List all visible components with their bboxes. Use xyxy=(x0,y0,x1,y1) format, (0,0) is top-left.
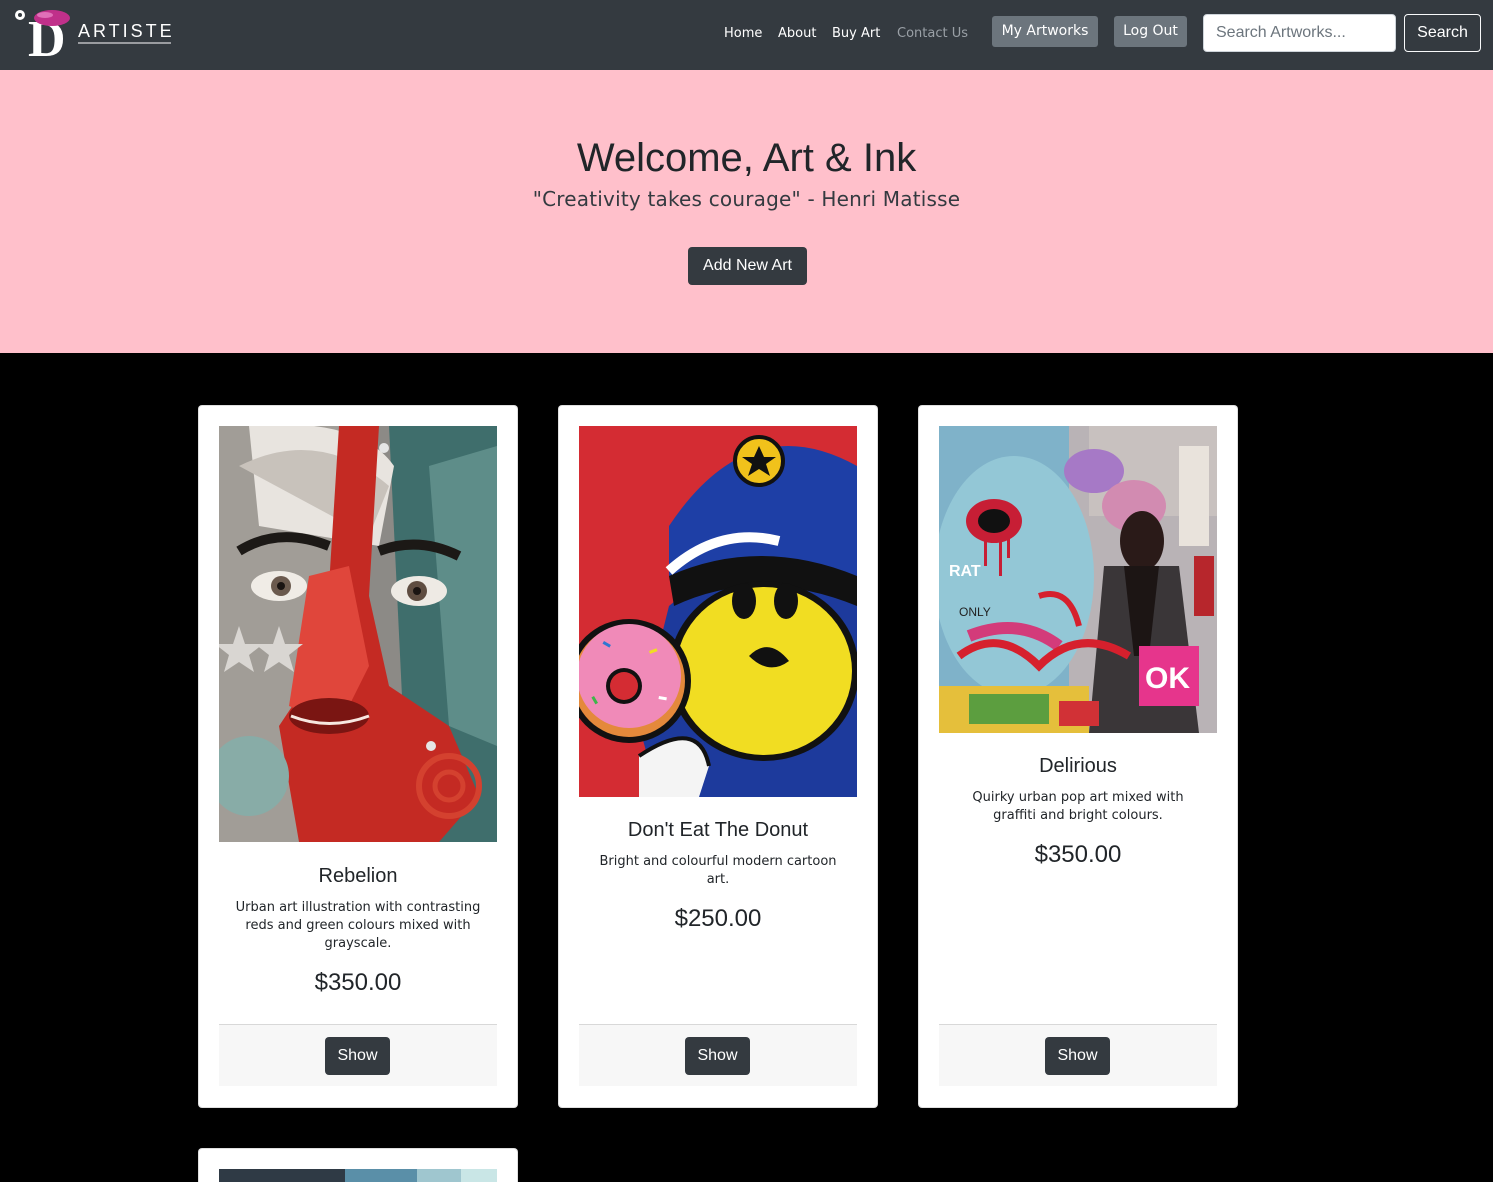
brand-text: ARTISTE xyxy=(78,21,175,41)
my-artworks-button[interactable]: My Artworks xyxy=(992,16,1098,47)
search-button[interactable]: Search xyxy=(1404,14,1481,52)
artwork-price: $350.00 xyxy=(314,969,402,996)
artwork-card xyxy=(198,1148,518,1182)
search-input[interactable] xyxy=(1203,14,1396,52)
show-button[interactable]: Show xyxy=(685,1037,750,1075)
brand-logo[interactable]: D ARTISTE xyxy=(12,6,177,60)
svg-text:OK: OK xyxy=(1145,662,1190,695)
card-footer: Show xyxy=(579,1024,857,1086)
artwork-card: Rebelion Urban art illustration with con… xyxy=(198,405,518,1108)
artwork-title: Rebelion xyxy=(318,865,398,887)
show-button[interactable]: Show xyxy=(325,1037,390,1075)
welcome-jumbotron: Welcome, Art & Ink "Creativity takes cou… xyxy=(0,70,1493,353)
artwork-title: Delirious xyxy=(1039,755,1117,777)
logout-button[interactable]: Log Out xyxy=(1114,16,1187,47)
rebelion-artwork-image[interactable] xyxy=(219,426,497,842)
nav-link-contact-us[interactable]: Contact Us xyxy=(897,26,968,42)
artwork-description: Urban art illustration with contrasting … xyxy=(235,900,481,951)
show-button[interactable]: Show xyxy=(1045,1037,1110,1075)
artwork-card: OK ONLY RAT Delirious Quirky urban pop a… xyxy=(918,405,1238,1108)
artwork-card: Don't Eat The Donut Bright and colourful… xyxy=(558,405,878,1108)
nav-link-buy-art[interactable]: Buy Art xyxy=(832,26,880,42)
top-navbar: D ARTISTE Home About Buy Art Contact Us … xyxy=(0,0,1493,70)
artwork-title: Don't Eat The Donut xyxy=(627,819,809,841)
nav-link-home[interactable]: Home xyxy=(724,26,762,42)
logo-beret-icon xyxy=(34,10,70,26)
page-title: Welcome, Art & Ink xyxy=(576,136,917,180)
nav-link-about[interactable]: About xyxy=(778,26,816,42)
artwork-price: $250.00 xyxy=(674,905,762,932)
card-footer: Show xyxy=(939,1024,1217,1086)
artwork-description: Bright and colourful modern cartoon art. xyxy=(599,854,837,887)
card-footer: Show xyxy=(219,1024,497,1086)
artwork-image[interactable] xyxy=(219,1169,497,1182)
donut-artwork-image[interactable] xyxy=(579,426,857,797)
add-new-art-button[interactable]: Add New Art xyxy=(688,247,807,285)
artwork-price: $350.00 xyxy=(1034,841,1122,868)
artwork-description: Quirky urban pop art mixed with graffiti… xyxy=(972,790,1184,823)
svg-text:RAT: RAT xyxy=(949,563,981,580)
delirious-artwork-image[interactable]: OK ONLY RAT xyxy=(939,426,1217,733)
hero-quote: "Creativity takes courage" - Henri Matis… xyxy=(532,187,961,211)
svg-text:ONLY: ONLY xyxy=(959,605,991,619)
